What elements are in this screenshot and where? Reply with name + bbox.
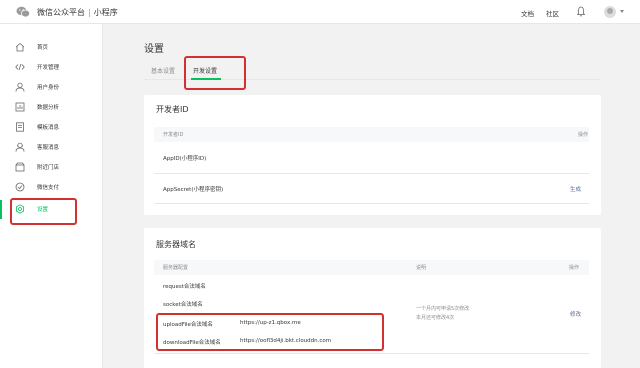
sidebar-item-label: 首页 <box>37 45 49 51</box>
appsecret-label: AppSecret(小程序密钥) <box>163 187 224 193</box>
developer-id-table-header: 开发者ID 操作 <box>154 127 589 142</box>
wechat-logo-icon[interactable] <box>16 6 30 18</box>
tab-highlight-box <box>184 56 246 90</box>
bell-icon[interactable] <box>577 6 585 17</box>
sidebar-item-customer-service[interactable]: 客服消息 <box>0 138 103 157</box>
sidebar-item-label: 用户身份 <box>37 85 60 91</box>
column-header: 开发者ID <box>163 132 184 138</box>
chevron-down-icon[interactable] <box>620 10 624 13</box>
payment-icon <box>15 182 25 192</box>
home-icon <box>15 42 25 52</box>
domain-highlight-box <box>156 313 384 351</box>
sidebar-item-label: 模板消息 <box>37 125 60 131</box>
request-domain-label: request合法域名 <box>163 284 206 290</box>
location-icon <box>15 162 25 172</box>
sidebar-item-home[interactable]: 首页 <box>0 38 103 57</box>
brand-title[interactable]: 微信公众平台 | 小程序 <box>37 7 118 18</box>
docs-link[interactable]: 文档 <box>521 8 534 18</box>
sidebar-item-label: 附近门店 <box>37 165 60 171</box>
developer-id-title: 开发者ID <box>156 105 189 114</box>
sidebar-item-template-message[interactable]: 模板消息 <box>0 118 103 137</box>
tab-basic-settings[interactable]: 基本设置 <box>151 66 175 75</box>
sidebar-item-label: 微信支付 <box>37 185 60 191</box>
community-link[interactable]: 社区 <box>546 8 559 18</box>
sidebar-item-label: 开发管理 <box>37 65 60 71</box>
avatar[interactable] <box>604 6 616 18</box>
appid-label: AppID(小程序ID) <box>163 156 207 162</box>
customer-service-icon <box>15 142 25 152</box>
column-header: 服务器配置 <box>163 265 189 271</box>
column-header: 说明 <box>416 265 427 271</box>
sidebar: 首页 开发管理 用户身份 数据分析 模板消息 客服消息 附近门店 微信支付 设置 <box>0 24 103 368</box>
template-icon <box>16 122 24 132</box>
column-header: 操作 <box>578 132 589 138</box>
developer-id-card: 开发者ID 开发者ID 操作 AppID(小程序ID) AppSecret(小程… <box>144 95 601 215</box>
sidebar-item-wechat-pay[interactable]: 微信支付 <box>0 178 103 197</box>
top-bar: 微信公众平台 | 小程序 文档 社区 <box>0 0 640 24</box>
modify-button[interactable]: 修改 <box>570 310 581 318</box>
server-domain-table-header: 服务器配置 说明 操作 <box>154 260 589 275</box>
row-divider <box>154 353 589 354</box>
brand-separator: | <box>88 8 91 17</box>
page-title: 设置 <box>144 44 164 55</box>
column-header: 操作 <box>569 265 580 271</box>
brand-name: 微信公众平台 <box>37 8 85 17</box>
sidebar-item-label: 数据分析 <box>37 105 60 111</box>
sidebar-item-data-analysis[interactable]: 数据分析 <box>0 98 103 117</box>
user-icon <box>15 82 25 92</box>
modify-limit-text: 一个月内可申请5次修改 <box>416 306 470 312</box>
generate-button[interactable]: 生成 <box>570 185 581 193</box>
sidebar-item-dev-management[interactable]: 开发管理 <box>0 58 103 77</box>
modify-remaining-text: 本月还可修改4次 <box>416 315 455 321</box>
product-name: 小程序 <box>93 8 118 17</box>
sidebar-item-nearby-stores[interactable]: 附近门店 <box>0 158 103 177</box>
sidebar-item-user-identity[interactable]: 用户身份 <box>0 78 103 97</box>
chart-icon <box>15 102 25 112</box>
server-domain-title: 服务器域名 <box>156 240 196 249</box>
socket-domain-label: socket合法域名 <box>163 302 203 308</box>
active-indicator <box>0 200 2 219</box>
row-divider <box>154 173 589 174</box>
code-icon <box>15 63 25 71</box>
sidebar-item-label: 客服消息 <box>37 145 60 151</box>
settings-highlight-box <box>10 198 77 225</box>
row-divider <box>154 203 589 204</box>
